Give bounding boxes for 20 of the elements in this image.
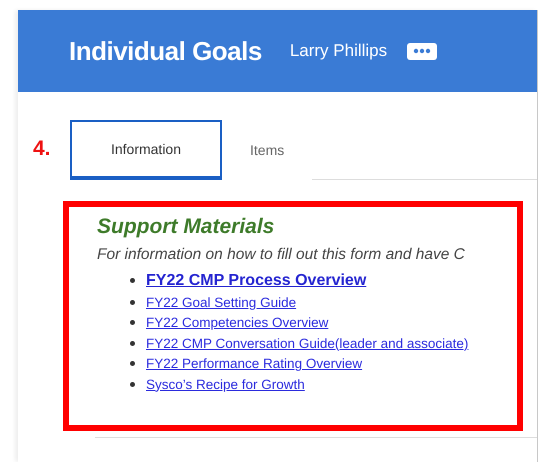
document-link[interactable]: FY22 Performance Rating Overview — [146, 356, 362, 372]
document-link[interactable]: FY22 CMP Conversation Guide(leader and associate) — [146, 336, 468, 351]
document-link[interactable]: FY22 Goal Setting Guide — [146, 294, 296, 310]
bullet-icon — [130, 382, 135, 387]
bullet-icon — [130, 300, 135, 305]
bullet-icon — [130, 320, 135, 326]
more-icon — [413, 48, 432, 54]
bullet-icon — [130, 278, 135, 283]
document-link[interactable]: Sysco’s Recipe for Growth — [146, 376, 305, 392]
user-name: Larry Phillips — [290, 41, 388, 61]
more-button[interactable] — [407, 42, 438, 60]
tab[interactable]: Information — [70, 120, 222, 180]
description-text: For information on how to fill out this form and have C — [97, 246, 466, 264]
document-link[interactable]: FY22 CMP Process Overview — [146, 272, 366, 290]
section-heading: Support Materials — [97, 215, 276, 239]
bullet-icon — [130, 361, 135, 366]
page-title: Individual Goals — [69, 36, 262, 66]
document-link[interactable]: FY22 Competencies Overview — [146, 315, 328, 330]
bullet-icon — [130, 340, 135, 346]
step-number: 4. — [32, 137, 52, 161]
